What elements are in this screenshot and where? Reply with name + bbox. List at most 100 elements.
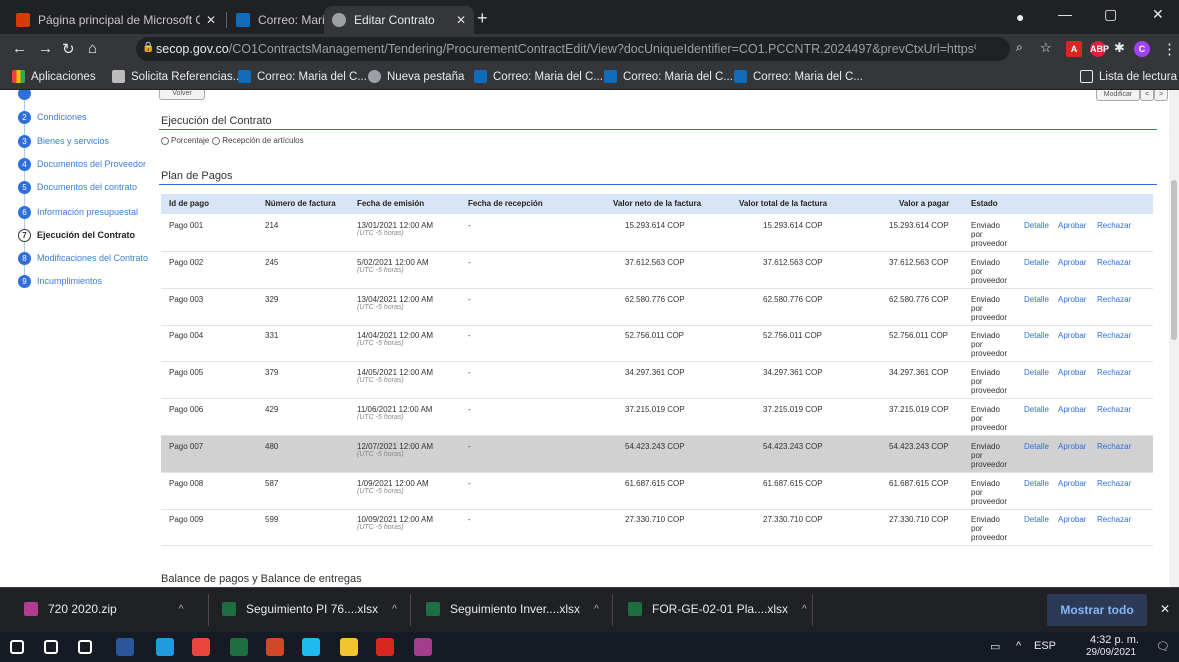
download-item-seguimiento-inver[interactable]: Seguimiento Inver....xlsx ^: [426, 602, 599, 616]
aprobar-link[interactable]: Aprobar: [1058, 331, 1086, 340]
sidebar-item-7[interactable]: 7 Ejecución del Contrato: [18, 226, 135, 244]
aprobar-link[interactable]: Aprobar: [1058, 479, 1086, 488]
sidebar-item-2[interactable]: 2 Condiciones: [18, 108, 87, 126]
adblock-extension-icon[interactable]: ABP: [1090, 41, 1109, 57]
task-view-icon[interactable]: [78, 640, 92, 654]
tab-editar-contrato[interactable]: Editar Contrato ✕: [324, 6, 474, 34]
word-icon[interactable]: [116, 638, 134, 656]
rechazar-link[interactable]: Rechazar: [1097, 479, 1131, 488]
acrobat-extension-icon[interactable]: A: [1066, 41, 1082, 57]
detalle-link[interactable]: Detalle: [1024, 258, 1049, 267]
tray-chevron-icon[interactable]: ^: [1016, 640, 1021, 652]
scrollbar-thumb[interactable]: [1171, 180, 1177, 340]
tab-office[interactable]: Página principal de Microsoft Offi ✕: [8, 6, 224, 34]
detalle-link[interactable]: Detalle: [1024, 515, 1049, 524]
download-item-for-ge[interactable]: FOR-GE-02-01 Pla....xlsx ^: [628, 602, 807, 616]
language-indicator[interactable]: ESP: [1034, 640, 1056, 652]
chrome-icon[interactable]: [192, 638, 210, 656]
reading-list[interactable]: Lista de lectura: [1080, 70, 1177, 83]
powerpoint-icon[interactable]: [266, 638, 284, 656]
detalle-link[interactable]: Detalle: [1024, 442, 1049, 451]
detalle-link[interactable]: Detalle: [1024, 295, 1049, 304]
rechazar-link[interactable]: Rechazar: [1097, 258, 1131, 267]
aprobar-link[interactable]: Aprobar: [1058, 221, 1086, 230]
bookmark-correo-1[interactable]: Correo: Maria del C...: [238, 70, 367, 83]
bookmark-correo-3[interactable]: Correo: Maria del C...: [604, 70, 733, 83]
page-scrollbar[interactable]: [1169, 90, 1179, 587]
reload-icon[interactable]: ↻: [62, 40, 75, 58]
minimize-button[interactable]: —: [1058, 6, 1072, 22]
aprobar-link[interactable]: Aprobar: [1058, 405, 1086, 414]
detalle-link[interactable]: Detalle: [1024, 405, 1049, 414]
sidebar-item-5[interactable]: 5 Documentos del contrato: [18, 178, 137, 196]
home-icon[interactable]: ⌂: [88, 40, 97, 57]
sidebar-item-9[interactable]: 9 Incumplimientos: [18, 272, 102, 290]
rechazar-link[interactable]: Rechazar: [1097, 442, 1131, 451]
chevron-up-icon[interactable]: ^: [802, 604, 807, 615]
tab-close-icon[interactable]: ✕: [456, 13, 466, 27]
edge-icon[interactable]: [156, 638, 174, 656]
rechazar-link[interactable]: Rechazar: [1097, 295, 1131, 304]
bookmark-correo-2[interactable]: Correo: Maria del C...: [474, 70, 603, 83]
bookmark-solicita-referencias[interactable]: Solicita Referencias...: [112, 70, 242, 83]
url-text[interactable]: secop.gov.co/CO1ContractsManagement/Tend…: [156, 42, 976, 56]
rechazar-link[interactable]: Rechazar: [1097, 515, 1131, 524]
bookmark-correo-4[interactable]: Correo: Maria del C...: [734, 70, 863, 83]
profile-avatar[interactable]: C: [1134, 41, 1150, 57]
clock-date[interactable]: 29/09/2021: [1086, 647, 1136, 658]
maximize-button[interactable]: ▢: [1104, 6, 1117, 23]
chrome-profile-icon[interactable]: ●: [1016, 9, 1024, 25]
rechazar-link[interactable]: Rechazar: [1097, 405, 1131, 414]
file-explorer-icon[interactable]: [340, 638, 358, 656]
sidebar-item-informacion-general[interactable]: [18, 90, 37, 102]
close-window-button[interactable]: ✕: [1152, 6, 1164, 23]
chevron-up-icon[interactable]: ^: [392, 604, 397, 615]
sidebar-item-3[interactable]: 3 Bienes y servicios: [18, 132, 109, 150]
volver-button[interactable]: Volver: [159, 90, 205, 100]
chevron-up-icon[interactable]: ^: [179, 604, 184, 615]
rechazar-link[interactable]: Rechazar: [1097, 221, 1131, 230]
omnibox[interactable]: 🔒 secop.gov.co/CO1ContractsManagement/Te…: [136, 37, 1010, 61]
sidebar-item-6[interactable]: 6 Información presupuestal: [18, 203, 138, 221]
next-button[interactable]: >: [1154, 90, 1168, 101]
back-arrow-icon[interactable]: ←: [12, 40, 27, 57]
aprobar-link[interactable]: Aprobar: [1058, 515, 1086, 524]
search-icon[interactable]: [44, 640, 58, 654]
start-icon[interactable]: [10, 640, 24, 654]
star-icon[interactable]: ☆: [1040, 40, 1052, 56]
porcentaje-radio[interactable]: [161, 136, 169, 145]
aprobar-link[interactable]: Aprobar: [1058, 295, 1086, 304]
winrar-icon[interactable]: [414, 638, 432, 656]
close-downloads-icon[interactable]: ✕: [1160, 602, 1170, 616]
sidebar-item-4[interactable]: 4 Documentos del Proveedor: [18, 155, 146, 173]
aprobar-link[interactable]: Aprobar: [1058, 258, 1086, 267]
rechazar-link[interactable]: Rechazar: [1097, 331, 1131, 340]
excel-icon[interactable]: [230, 638, 248, 656]
tab-close-icon[interactable]: ✕: [206, 13, 216, 27]
detalle-link[interactable]: Detalle: [1024, 331, 1049, 340]
bookmark-aplicaciones[interactable]: Aplicaciones: [12, 70, 96, 83]
forward-arrow-icon[interactable]: →: [38, 40, 53, 57]
notifications-icon[interactable]: 🗨: [1156, 640, 1170, 653]
ie-icon[interactable]: [302, 638, 320, 656]
show-all-downloads-button[interactable]: Mostrar todo: [1047, 594, 1147, 626]
download-item-seguimiento-pi[interactable]: Seguimiento PI 76....xlsx ^: [222, 602, 397, 616]
bookmark-nueva-pestana[interactable]: Nueva pestaña: [368, 70, 464, 83]
clock-time[interactable]: 4:32 p. m.: [1090, 634, 1139, 646]
extensions-puzzle-icon[interactable]: ✱: [1114, 40, 1125, 56]
acrobat-icon[interactable]: [376, 638, 394, 656]
aprobar-link[interactable]: Aprobar: [1058, 442, 1086, 451]
rechazar-link[interactable]: Rechazar: [1097, 368, 1131, 377]
download-item-zip[interactable]: 720 2020.zip ^: [24, 602, 183, 616]
prev-button[interactable]: <: [1140, 90, 1154, 101]
aprobar-link[interactable]: Aprobar: [1058, 368, 1086, 377]
menu-kebab-icon[interactable]: ⋮: [1162, 40, 1177, 58]
modificar-button[interactable]: Modificar: [1096, 90, 1140, 101]
keyboard-tray-icon[interactable]: ▭: [990, 640, 1000, 653]
detalle-link[interactable]: Detalle: [1024, 221, 1049, 230]
sidebar-item-8[interactable]: 8 Modificaciones del Contrato: [18, 249, 148, 267]
chevron-up-icon[interactable]: ^: [594, 604, 599, 615]
detalle-link[interactable]: Detalle: [1024, 368, 1049, 377]
zoom-icon[interactable]: ⌕: [1016, 40, 1023, 55]
new-tab-button[interactable]: +: [477, 8, 488, 29]
